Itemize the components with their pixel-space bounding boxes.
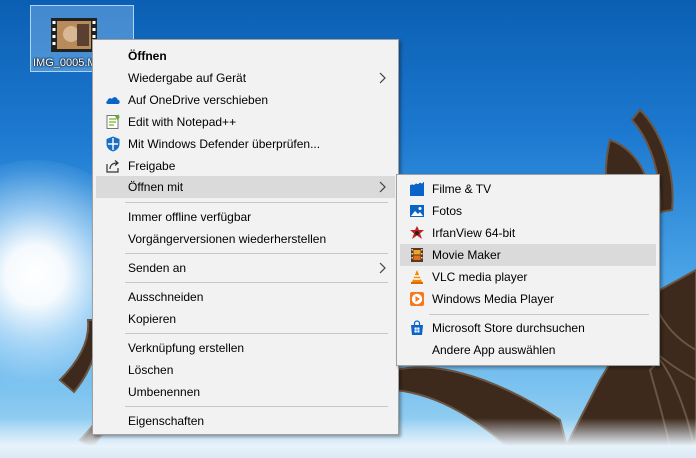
menu-separator — [125, 202, 388, 203]
submenu-item-label: Andere App auswählen — [432, 343, 556, 357]
menu-separator — [125, 333, 388, 334]
menu-item-copy[interactable]: Kopieren — [96, 308, 395, 330]
submenu-item-label: Movie Maker — [432, 248, 501, 262]
submenu-item-choose-other-app[interactable]: Andere App auswählen — [400, 339, 656, 361]
movie-maker-icon — [411, 248, 423, 262]
menu-item-label: Mit Windows Defender überprüfen... — [128, 137, 321, 151]
menu-separator — [125, 282, 388, 283]
chevron-right-icon — [379, 181, 386, 193]
submenu-item-photos[interactable]: Fotos — [400, 200, 656, 222]
menu-item-label: Edit with Notepad++ — [128, 115, 237, 129]
submenu-item-irfanview[interactable]: IrfanView 64-bit — [400, 222, 656, 244]
submenu-item-films-tv[interactable]: Filme & TV — [400, 178, 656, 200]
microsoft-store-icon — [411, 320, 423, 335]
video-thumbnail-icon — [51, 18, 97, 52]
windows-media-player-icon — [410, 292, 424, 306]
menu-item-scan-defender[interactable]: Mit Windows Defender überprüfen... — [96, 133, 395, 155]
submenu-item-movie-maker[interactable]: Movie Maker — [400, 244, 656, 266]
menu-item-edit-notepad-plus-plus[interactable]: Edit with Notepad++ — [96, 111, 395, 133]
menu-item-open[interactable]: Öffnen — [96, 45, 395, 67]
context-menu: Öffnen Wiedergabe auf Gerät Auf OneDrive… — [92, 39, 399, 435]
menu-item-rename[interactable]: Umbenennen — [96, 381, 395, 403]
menu-item-send-to[interactable]: Senden an — [96, 257, 395, 279]
vlc-icon — [411, 270, 423, 284]
submenu-item-label: Windows Media Player — [432, 292, 555, 306]
menu-item-play-to-device[interactable]: Wiedergabe auf Gerät — [96, 67, 395, 89]
photos-icon — [410, 205, 424, 217]
submenu-item-label: Microsoft Store durchsuchen — [432, 321, 585, 335]
submenu-item-search-store[interactable]: Microsoft Store durchsuchen — [400, 317, 656, 339]
submenu-item-label: IrfanView 64-bit — [432, 226, 516, 240]
menu-item-create-shortcut[interactable]: Verknüpfung erstellen — [96, 337, 395, 359]
chevron-right-icon — [379, 72, 386, 84]
menu-item-label: Wiedergabe auf Gerät — [128, 71, 247, 85]
menu-item-label: Eigenschaften — [128, 414, 205, 428]
menu-item-label: Löschen — [128, 363, 174, 377]
irfanview-icon — [410, 226, 424, 239]
menu-item-label: Öffnen mit — [128, 180, 184, 194]
menu-separator — [125, 406, 388, 407]
menu-item-label: Senden an — [128, 261, 187, 275]
menu-item-move-to-onedrive[interactable]: Auf OneDrive verschieben — [96, 89, 395, 111]
menu-item-cut[interactable]: Ausschneiden — [96, 286, 395, 308]
films-tv-icon — [410, 182, 424, 196]
menu-item-label: Umbenennen — [128, 385, 201, 399]
menu-item-label: Immer offline verfügbar — [128, 210, 252, 224]
menu-item-label: Ausschneiden — [128, 290, 204, 304]
submenu-item-label: Fotos — [432, 204, 463, 218]
menu-item-label: Vorgängerversionen wiederherstellen — [128, 232, 327, 246]
submenu-item-label: Filme & TV — [432, 182, 492, 196]
menu-item-label: Freigabe — [128, 159, 176, 173]
menu-item-properties[interactable]: Eigenschaften — [96, 410, 395, 432]
notepad-plus-plus-icon — [106, 114, 120, 129]
submenu-item-vlc[interactable]: VLC media player — [400, 266, 656, 288]
menu-item-always-offline[interactable]: Immer offline verfügbar — [96, 206, 395, 228]
open-with-submenu: Filme & TV Fotos IrfanView 64-bit Movie … — [396, 174, 660, 366]
menu-item-label: Öffnen — [128, 49, 167, 63]
menu-item-delete[interactable]: Löschen — [96, 359, 395, 381]
windows-defender-icon — [106, 136, 120, 152]
menu-item-label: Kopieren — [128, 312, 177, 326]
menu-item-label: Verknüpfung erstellen — [128, 341, 245, 355]
submenu-item-label: VLC media player — [432, 270, 528, 284]
menu-item-share[interactable]: Freigabe — [96, 155, 395, 177]
menu-separator — [125, 253, 388, 254]
menu-item-open-with[interactable]: Öffnen mit — [96, 176, 395, 198]
menu-item-label: Auf OneDrive verschieben — [128, 93, 269, 107]
chevron-right-icon — [379, 262, 386, 274]
menu-item-restore-previous-versions[interactable]: Vorgängerversionen wiederherstellen — [96, 228, 395, 250]
share-icon — [106, 160, 119, 173]
menu-separator — [429, 314, 649, 315]
submenu-item-windows-media-player[interactable]: Windows Media Player — [400, 288, 656, 310]
onedrive-icon — [106, 97, 120, 104]
